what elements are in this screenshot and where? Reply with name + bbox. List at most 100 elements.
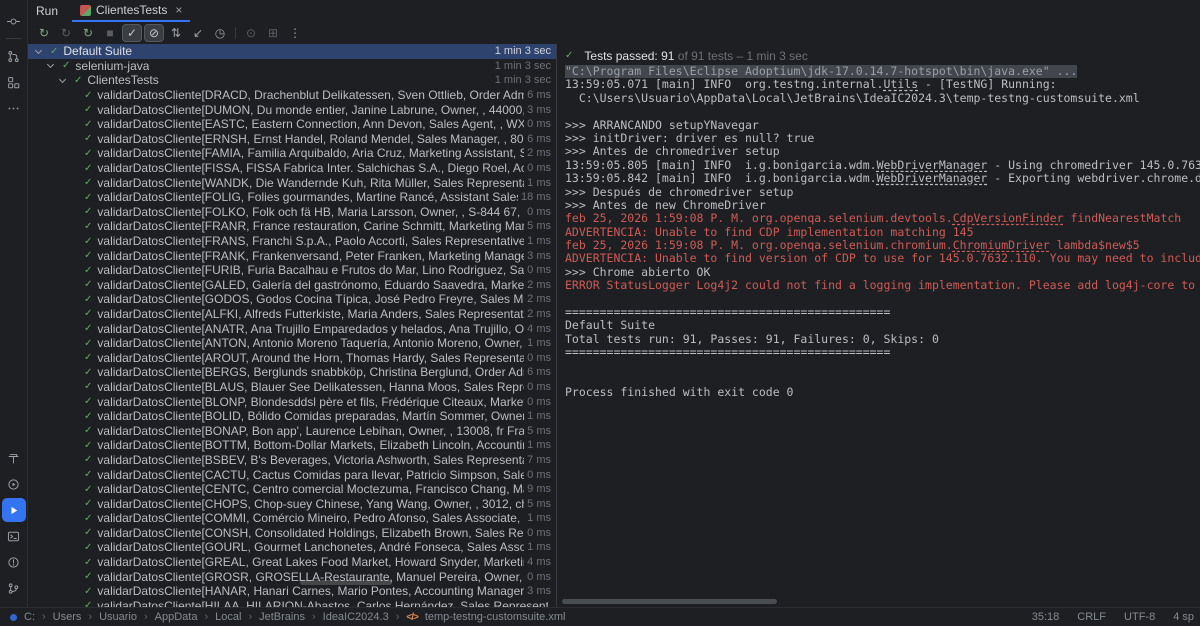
tree-row-test[interactable]: ✓validarDatosCliente[ERNSH, Ernst Handel… <box>28 132 556 147</box>
tree-row-test[interactable]: ✓validarDatosCliente[EASTC, Eastern Conn… <box>28 117 556 132</box>
console-link[interactable]: CdpVersionFinder <box>953 212 1064 225</box>
console-line: Default Suite <box>557 319 1200 332</box>
tree-row-test[interactable]: ✓validarDatosCliente[BOLID, Bólido Comid… <box>28 409 556 424</box>
stop-button[interactable]: ■ <box>100 24 120 42</box>
caret-position[interactable]: 35:18 <box>1032 611 1060 623</box>
tree-row-suite[interactable]: ✓Default Suite1 min 3 sec <box>28 44 556 59</box>
tree-row-test[interactable]: ✓validarDatosCliente[FISSA, FISSA Fabric… <box>28 161 556 176</box>
test-passed-icon: ✓ <box>62 60 70 71</box>
indent-style[interactable]: 4 sp <box>1173 611 1194 623</box>
tree-row-label: validarDatosCliente[WANDK, Die Wandernde… <box>97 176 524 190</box>
console-link[interactable]: WebDriverManager <box>877 159 988 172</box>
test-passed-icon: ✓ <box>84 236 92 247</box>
tab-clientestests[interactable]: ClientesTests × <box>72 0 190 22</box>
tree-row-test[interactable]: ✓validarDatosCliente[ANTON, Antonio More… <box>28 336 556 351</box>
breadcrumb-item[interactable]: Local <box>215 611 241 623</box>
tree-row-test[interactable]: ✓validarDatosCliente[GREAL, Great Lakes … <box>28 555 556 570</box>
tree-row-test[interactable]: ✓validarDatosCliente[BERGS, Berglunds sn… <box>28 365 556 380</box>
tree-row-test[interactable]: ✓validarDatosCliente[DRACD, Drachenblut … <box>28 88 556 103</box>
build-tool-icon[interactable] <box>2 446 26 470</box>
tree-row-test[interactable]: ✓validarDatosCliente[BONAP, Bon app', La… <box>28 423 556 438</box>
tree-row-test[interactable]: ✓validarDatosCliente[ANATR, Ana Trujillo… <box>28 321 556 336</box>
tree-row-duration: 9 ms <box>524 483 551 495</box>
tree-row-test[interactable]: ✓validarDatosCliente[COMMI, Comércio Min… <box>28 511 556 526</box>
tree-row-label: validarDatosCliente[DRACD, Drachenblut D… <box>97 88 524 102</box>
tree-row-package[interactable]: ✓selenium-java1 min 3 sec <box>28 59 556 74</box>
test-history-button[interactable]: ◷ <box>210 24 230 42</box>
rerun-button[interactable]: ↻ <box>34 24 54 42</box>
tree-row-test[interactable]: ✓validarDatosCliente[WANDK, Die Wandernd… <box>28 175 556 190</box>
console-line <box>557 105 1200 118</box>
tree-row-test[interactable]: ✓validarDatosCliente[GALED, Galería del … <box>28 278 556 293</box>
tree-row-test[interactable]: ✓validarDatosCliente[AROUT, Around the H… <box>28 350 556 365</box>
tree-horizontal-scrollbar[interactable] <box>300 580 392 585</box>
terminal-tool-icon[interactable] <box>2 524 26 548</box>
chevron-down-icon[interactable] <box>59 76 66 83</box>
tree-row-test[interactable]: ✓validarDatosCliente[FRANK, Frankenversa… <box>28 248 556 263</box>
pull-requests-tool-icon[interactable] <box>2 44 26 68</box>
show-passed-button[interactable]: ✓ <box>122 24 142 42</box>
chevron-down-icon[interactable] <box>35 47 42 54</box>
tree-row-test[interactable]: ✓validarDatosCliente[CACTU, Cactus Comid… <box>28 467 556 482</box>
tree-row-test[interactable]: ✓validarDatosCliente[FRANS, Franchi S.p.… <box>28 234 556 249</box>
tree-row-test[interactable]: ✓validarDatosCliente[BSBEV, B's Beverage… <box>28 453 556 468</box>
chevron-down-icon[interactable] <box>47 61 54 68</box>
breadcrumb-item-file[interactable]: temp-testng-customsuite.xml <box>425 611 566 623</box>
console-horizontal-scrollbar[interactable] <box>562 599 777 604</box>
tree-row-test[interactable]: ✓validarDatosCliente[ALFKI, Alfreds Futt… <box>28 307 556 322</box>
show-ignored-button[interactable]: ⊘ <box>144 24 164 42</box>
tree-row-test[interactable]: ✓validarDatosCliente[BOTTM, Bottom-Dolla… <box>28 438 556 453</box>
screenshot-button[interactable]: ⊙ <box>241 24 261 42</box>
sort-by-duration-button[interactable]: ⇅ <box>166 24 186 42</box>
problems-tool-icon[interactable] <box>2 550 26 574</box>
tree-row-test[interactable]: ✓validarDatosCliente[BLAUS, Blauer See D… <box>28 380 556 395</box>
tree-row-test[interactable]: ✓validarDatosCliente[GROSR, GROSELLA-Res… <box>28 569 556 584</box>
more-tool-windows-tool-icon[interactable] <box>2 96 26 120</box>
tree-row-test-partial[interactable]: ✓validarDatosCliente[HILAA, HILARION-Aba… <box>28 599 556 607</box>
breadcrumb-item[interactable]: Usuario <box>99 611 137 623</box>
line-separator[interactable]: CRLF <box>1077 611 1106 623</box>
tree-row-test[interactable]: ✓validarDatosCliente[CENTC, Centro comer… <box>28 482 556 497</box>
tree-row-test[interactable]: ✓validarDatosCliente[HANAR, Hanari Carne… <box>28 584 556 599</box>
tree-row-duration: 1 ms <box>524 512 551 524</box>
run-tool-icon[interactable] <box>2 498 26 522</box>
tree-row-test[interactable]: ✓validarDatosCliente[FOLKO, Folk och fä … <box>28 205 556 220</box>
services-tool-icon[interactable] <box>2 472 26 496</box>
tree-row-duration: 3 ms <box>524 104 551 116</box>
tree-row-label: validarDatosCliente[COMMI, Comércio Mine… <box>97 511 524 525</box>
tree-row-test[interactable]: ✓validarDatosCliente[FURIB, Furia Bacalh… <box>28 263 556 278</box>
tree-row-duration: 0 ms <box>524 469 551 481</box>
breadcrumb-separator: › <box>88 611 92 623</box>
navigate-with-single-click-button[interactable]: ↙ <box>188 24 208 42</box>
console-link[interactable]: Utils <box>884 78 919 91</box>
rerun-failed-button[interactable]: ↻ <box>56 24 76 42</box>
version-control-tool-icon[interactable] <box>2 576 26 600</box>
breadcrumb-item[interactable]: JetBrains <box>259 611 305 623</box>
file-encoding[interactable]: UTF-8 <box>1124 611 1155 623</box>
breadcrumb-item[interactable]: IdeaIC2024.3 <box>323 611 389 623</box>
tree-row-test[interactable]: ✓validarDatosCliente[DUMON, Du monde ent… <box>28 102 556 117</box>
tree-row-test[interactable]: ✓validarDatosCliente[CONSH, Consolidated… <box>28 526 556 541</box>
tree-row-test[interactable]: ✓validarDatosCliente[FOLIG, Folies gourm… <box>28 190 556 205</box>
console-line: feb 25, 2026 1:59:08 P. M. org.openqa.se… <box>557 239 1200 252</box>
commit-tool-icon[interactable] <box>2 9 26 33</box>
rerun-auto-button[interactable]: ↻ <box>78 24 98 42</box>
tree-row-test[interactable]: ✓validarDatosCliente[BLONP, Blondesddsl … <box>28 394 556 409</box>
breadcrumb-item[interactable]: AppData <box>155 611 198 623</box>
tree-row-test[interactable]: ✓validarDatosCliente[GOURL, Gourmet Lanc… <box>28 540 556 555</box>
breadcrumb-item[interactable]: Users <box>53 611 82 623</box>
tree-row-test[interactable]: ✓validarDatosCliente[GODOS, Godos Cocina… <box>28 292 556 307</box>
console-link[interactable]: WebDriverManager <box>877 172 988 185</box>
tab-close-icon[interactable]: × <box>175 3 182 17</box>
structure-tool-icon[interactable] <box>2 70 26 94</box>
console-link[interactable]: ChromiumDriver <box>953 239 1050 252</box>
more-options-button[interactable]: ⋮ <box>285 24 305 42</box>
tree-row-class[interactable]: ✓ClientesTests1 min 3 sec <box>28 73 556 88</box>
tree-row-test[interactable]: ✓validarDatosCliente[CHOPS, Chop-suey Ch… <box>28 496 556 511</box>
tree-row-test[interactable]: ✓validarDatosCliente[FAMIA, Familia Arqu… <box>28 146 556 161</box>
tree-row-test[interactable]: ✓validarDatosCliente[FRANR, France resta… <box>28 219 556 234</box>
import-tests-button[interactable]: ⊞ <box>263 24 283 42</box>
tree-row-duration: 3 ms <box>524 250 551 262</box>
test-passed-icon: ✓ <box>84 381 92 392</box>
breadcrumb-item-drive[interactable]: C: <box>24 611 35 623</box>
